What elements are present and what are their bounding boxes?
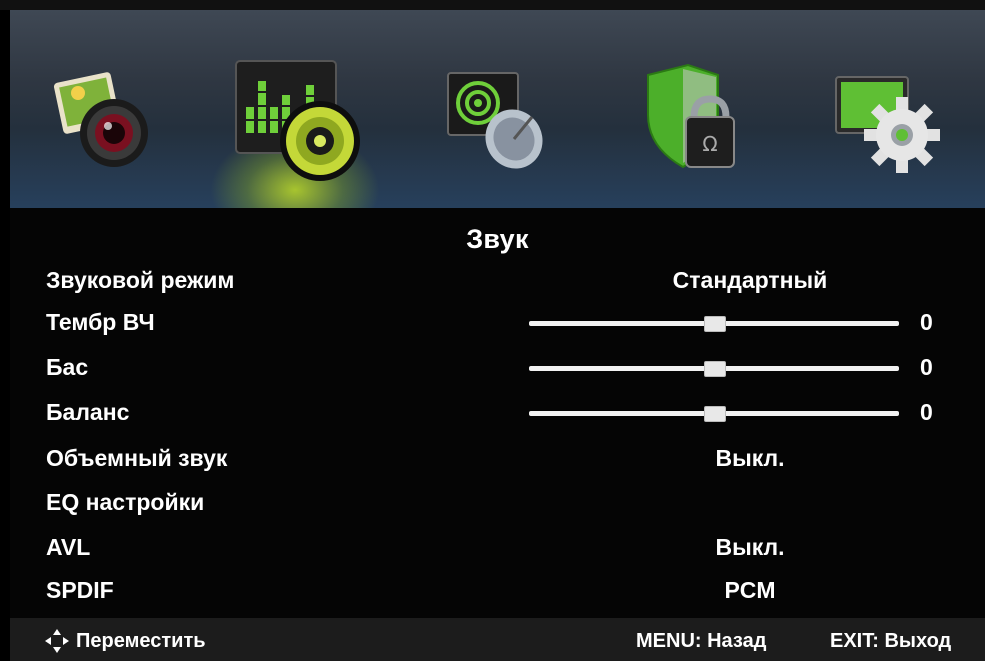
row-value: Стандартный (672, 267, 828, 293)
row-value: Выкл. (715, 445, 785, 471)
slider-knob[interactable] (704, 361, 726, 377)
row-label: AVL (46, 534, 91, 560)
channel-satellite-icon[interactable] (440, 55, 560, 185)
svg-text:Ω: Ω (702, 132, 717, 156)
bass-slider[interactable] (529, 361, 899, 377)
row-value: 0 (920, 354, 933, 380)
row-avl[interactable]: AVL Выкл. (10, 527, 985, 569)
tv-screen: Ω Звук Звуковой режим Стандартный Тембр … (0, 0, 985, 661)
row-label: EQ настройки (46, 489, 205, 515)
row-value: PCM (724, 577, 776, 603)
page-title: Звук (466, 224, 529, 254)
slider-knob[interactable] (704, 316, 726, 332)
balance-slider[interactable] (529, 406, 899, 422)
row-value: 0 (920, 309, 933, 335)
row-bass[interactable]: Бас 0 (10, 347, 985, 389)
slider-knob[interactable] (704, 406, 726, 422)
sound-panel: Звук Звуковой режим Стандартный Тембр ВЧ… (10, 208, 985, 618)
row-eq-settings[interactable]: EQ настройки (10, 482, 985, 524)
exit-hint: EXIT: Выход (830, 630, 952, 652)
row-label: SPDIF (46, 577, 114, 603)
row-sound-mode[interactable]: Звуковой режим Стандартный (10, 260, 985, 302)
move-hint-label: Переместить (76, 629, 206, 652)
sound-speaker-icon[interactable] (232, 55, 372, 185)
treble-slider[interactable] (529, 316, 899, 332)
navigate-arrows-icon (45, 629, 69, 653)
row-label: Тембр ВЧ (46, 309, 155, 335)
row-label: Объемный звук (46, 445, 228, 471)
settings-gear-icon[interactable] (830, 55, 950, 185)
top-menu-bar: Ω (10, 10, 985, 208)
hint-bar: Переместить MENU: Назад EXIT: Выход (10, 618, 985, 661)
menu-back-hint: MENU: Назад (636, 630, 767, 652)
row-spdif[interactable]: SPDIF PCM (10, 570, 985, 612)
row-balance[interactable]: Баланс 0 (10, 392, 985, 434)
bezel-top (0, 0, 985, 10)
move-hint: Переместить (44, 628, 206, 654)
row-surround[interactable]: Объемный звук Выкл. (10, 438, 985, 480)
row-value: 0 (920, 399, 933, 425)
row-label: Звуковой режим (46, 267, 235, 293)
row-label: Бас (46, 354, 89, 380)
row-treble[interactable]: Тембр ВЧ 0 (10, 302, 985, 344)
row-value: Выкл. (715, 534, 785, 560)
picture-camera-icon[interactable] (50, 55, 170, 185)
row-label: Баланс (46, 399, 130, 425)
lock-shield-icon[interactable]: Ω (638, 55, 758, 185)
